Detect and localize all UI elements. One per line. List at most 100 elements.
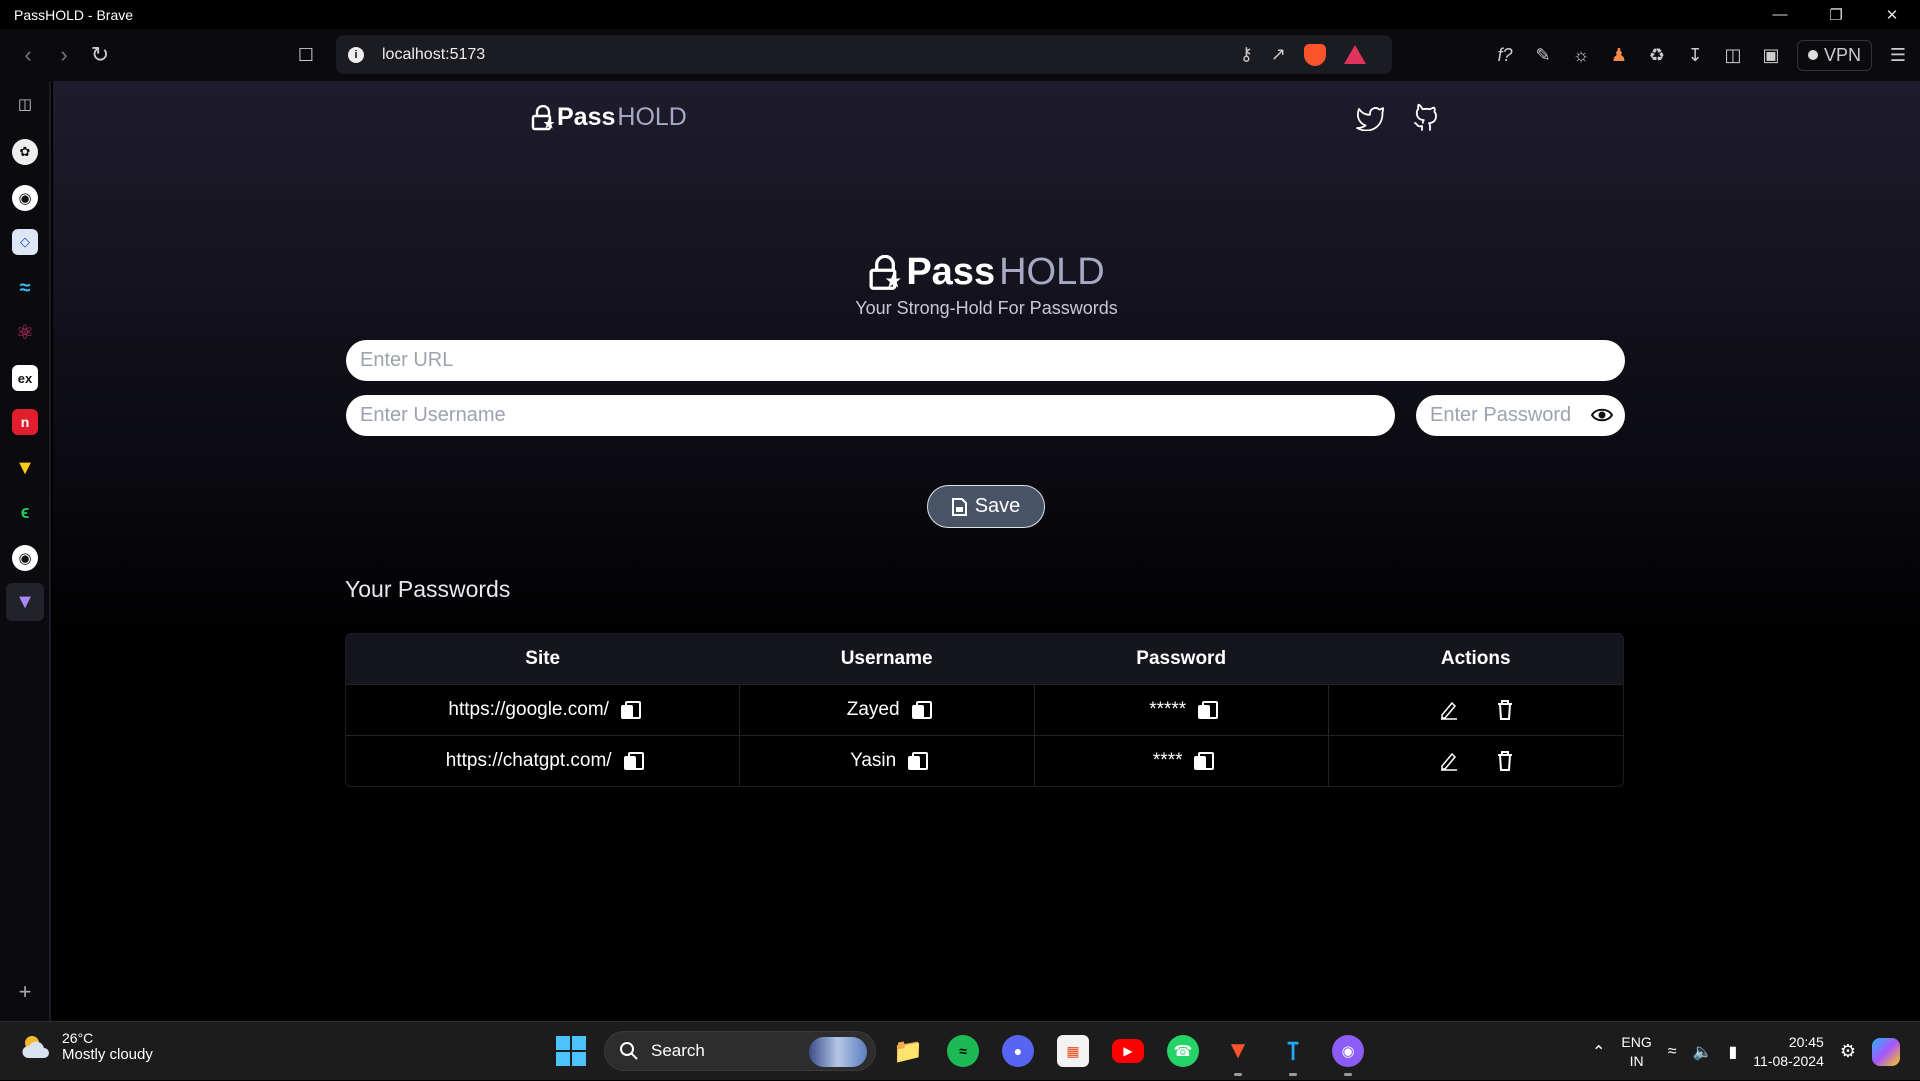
sidebar-toggle-icon[interactable]: ◫ (1721, 45, 1745, 66)
edit-icon[interactable] (1439, 751, 1459, 771)
youtube-icon[interactable]: ▶ (1112, 1039, 1144, 1063)
cell-username: Yasin (739, 736, 1034, 786)
delete-icon[interactable] (1497, 751, 1513, 771)
browser-sidebar: ◫ ✿ ◉ ◇ ≈ ⚛ ex n ▼ ϵ ◉ ▼ + (0, 81, 51, 1021)
menu-icon[interactable]: ☰ (1886, 45, 1910, 66)
table-row: https://google.com/ Zayed ***** (346, 684, 1623, 735)
battery-icon[interactable]: ▮ (1728, 1042, 1737, 1062)
hero-logo-hold: HOLD (999, 251, 1105, 293)
discord-icon[interactable]: ● (1002, 1035, 1034, 1067)
brave-shields-icon[interactable] (1304, 43, 1326, 66)
copy-icon[interactable] (623, 752, 644, 770)
restore-icon[interactable]: ❐ (1808, 0, 1864, 29)
close-icon[interactable]: ✕ (1864, 0, 1920, 29)
twitter-icon[interactable] (1355, 101, 1385, 135)
username-field[interactable] (346, 395, 1395, 436)
vscode-icon[interactable]: ⊺ (1277, 1035, 1309, 1076)
weather-temp: 26°C (62, 1030, 94, 1046)
brave-rewards-icon[interactable] (1344, 45, 1366, 64)
compass-icon[interactable]: ☼ (1569, 45, 1593, 66)
site-link[interactable]: https://google.com/ (448, 699, 609, 721)
delete-icon[interactable] (1497, 700, 1513, 720)
volume-icon[interactable]: 🔈 (1693, 1042, 1713, 1062)
url-text[interactable]: localhost:5173 (382, 46, 485, 64)
copy-icon[interactable] (1198, 701, 1219, 719)
weather-widget[interactable]: 26°C Mostly cloudy (20, 1030, 153, 1063)
copy-icon[interactable] (620, 701, 641, 719)
share-icon[interactable]: ↗ (1271, 44, 1286, 65)
reload-icon[interactable]: ↻ (82, 37, 118, 73)
clock[interactable]: 20:45 11-08-2024 (1753, 1033, 1824, 1071)
window-title: PassHOLD - Brave (14, 6, 134, 23)
copy-icon[interactable] (911, 701, 932, 719)
brave-taskbar-icon[interactable]: ▼ (1222, 1035, 1254, 1076)
header-password: Password (1136, 648, 1227, 669)
taskbar-search[interactable]: Search (604, 1031, 876, 1071)
express-icon[interactable]: ex (12, 365, 38, 391)
url-input[interactable] (346, 349, 1625, 372)
start-button[interactable] (556, 1036, 586, 1066)
address-bar-actions: ⚷ ↗ (1240, 35, 1366, 74)
add-sidebar-icon[interactable]: + (12, 979, 38, 1005)
lock-star-icon-large (869, 254, 902, 290)
url-field[interactable] (346, 340, 1625, 381)
cell-site: https://google.com/ (346, 685, 739, 735)
extension-orange-icon[interactable]: ♟ (1607, 45, 1631, 66)
vpn-button[interactable]: VPN (1796, 39, 1872, 71)
cell-actions (1328, 685, 1623, 735)
hero-logo: Pass HOLD (868, 251, 1105, 294)
eye-icon[interactable] (1591, 406, 1613, 424)
github-icon[interactable]: ◉ (12, 185, 38, 211)
eyedropper-icon[interactable]: ✎ (1531, 45, 1555, 66)
microsoft-store-icon[interactable]: ▦ (1057, 1035, 1089, 1067)
hero-logo-pass: Pass (906, 251, 996, 293)
key-icon[interactable]: ⚷ (1240, 44, 1253, 65)
vite-active-icon[interactable]: ▼ (6, 583, 44, 621)
save-label: Save (974, 495, 1021, 517)
windows-taskbar: 26°C Mostly cloudy Search 📁 ≈ ● ▦ ▶ ☎ ▼ … (0, 1021, 1920, 1080)
password-field[interactable] (1416, 395, 1625, 436)
npm-icon[interactable]: n (12, 409, 38, 435)
wallet-icon[interactable]: ▣ (1759, 45, 1783, 66)
download-icon[interactable]: ↧ (1683, 45, 1707, 66)
address-bar[interactable]: i localhost:5173 ⚷ ↗ (336, 35, 1392, 74)
extensions-puzzle-icon[interactable]: ♻ (1645, 45, 1669, 66)
tailwind-icon[interactable]: ≈ (12, 275, 38, 301)
wifi-icon[interactable]: ≈ (1668, 1043, 1677, 1061)
react-icon[interactable]: ⚛ (12, 319, 38, 345)
minimize-icon[interactable]: — (1752, 0, 1808, 29)
copy-icon[interactable] (908, 752, 929, 770)
copy-icon[interactable] (1194, 752, 1215, 770)
back-icon[interactable]: ‹ (10, 37, 46, 73)
site-link[interactable]: https://chatgpt.com/ (446, 750, 612, 772)
copilot-icon[interactable] (1872, 1037, 1900, 1066)
save-button[interactable]: Save (927, 485, 1045, 528)
forward-icon[interactable]: › (46, 37, 82, 73)
spotify-icon[interactable]: ≈ (947, 1035, 979, 1067)
search-highlight-image (809, 1037, 867, 1067)
cell-username: Zayed (739, 685, 1034, 735)
edit-icon[interactable] (1439, 700, 1459, 720)
chatgpt-icon[interactable]: ✿ (12, 139, 38, 165)
mongodb-icon[interactable]: ϵ (12, 499, 38, 525)
settings-gear-icon[interactable]: ⚙ (1840, 1041, 1856, 1062)
sidebar-panel-icon[interactable]: ◫ (12, 91, 38, 117)
language-indicator[interactable]: ENG IN (1621, 1033, 1651, 1071)
github-desktop-icon[interactable]: ◉ (1332, 1035, 1364, 1076)
username-input[interactable] (346, 404, 1395, 427)
passwords-table: Site Username Password Actions https://g… (345, 633, 1624, 787)
window-titlebar: PassHOLD - Brave — ❐ ✕ (0, 0, 1920, 29)
font-extension-icon[interactable]: f? (1493, 45, 1517, 66)
github-link-icon[interactable] (1411, 101, 1441, 135)
bookmark-icon[interactable]: ☐ (288, 37, 324, 73)
file-explorer-icon[interactable]: 📁 (892, 1035, 924, 1067)
windows-logo-tile (572, 1036, 586, 1050)
vite-icon[interactable]: ▼ (12, 455, 38, 481)
header-actions: Actions (1440, 648, 1511, 669)
site-info-icon[interactable]: i (348, 46, 364, 63)
site-blue-icon[interactable]: ◇ (12, 229, 38, 255)
github-icon-2[interactable]: ◉ (12, 545, 38, 571)
whatsapp-icon[interactable]: ☎ (1167, 1035, 1199, 1067)
chevron-up-icon[interactable]: ⌃ (1592, 1042, 1605, 1062)
navbar-logo[interactable]: Pass HOLD (531, 103, 687, 132)
